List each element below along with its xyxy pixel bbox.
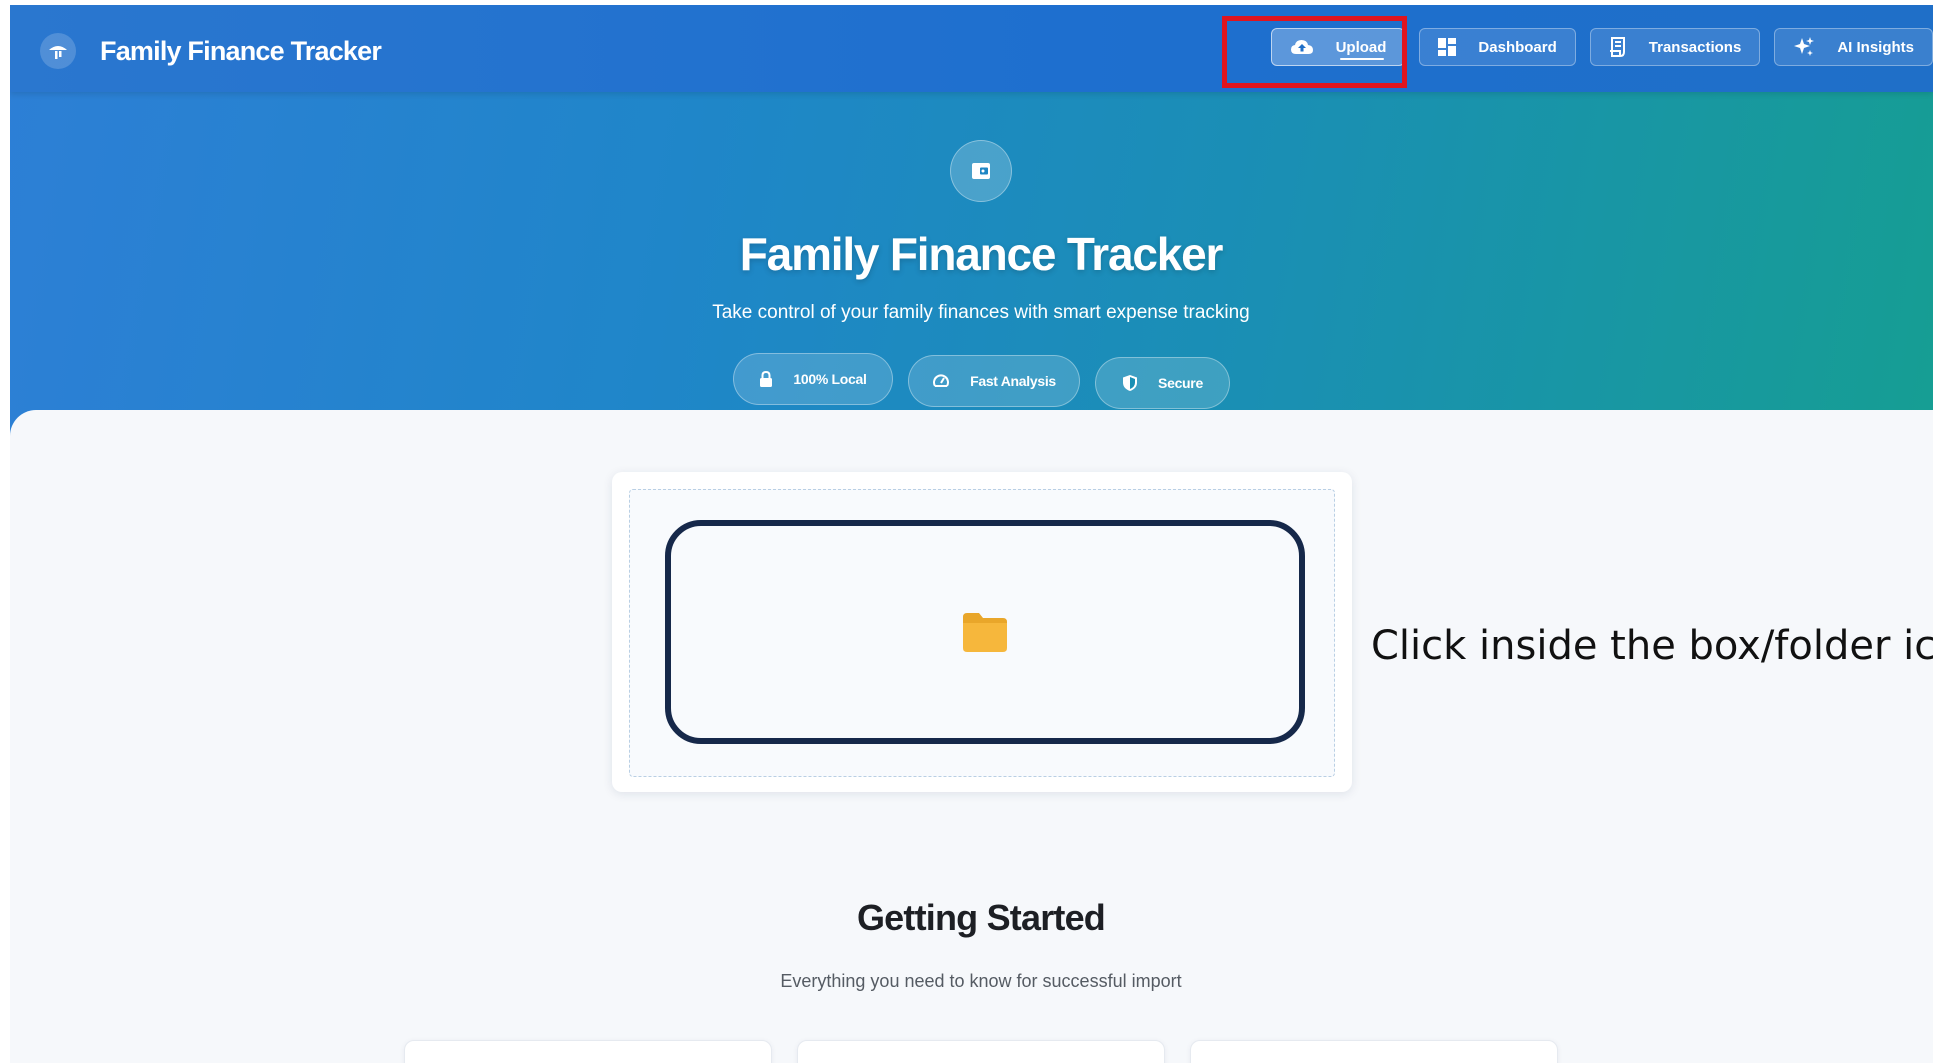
app-title: Family Finance Tracker bbox=[100, 35, 382, 66]
hero-title: Family Finance Tracker bbox=[739, 228, 1224, 280]
getting-started-card bbox=[404, 1040, 772, 1063]
nav-ai-insights-label: AI Insights bbox=[1837, 38, 1914, 56]
nav-transactions-button[interactable]: Transactions bbox=[1589, 28, 1761, 66]
feature-pill-local: 100% Local bbox=[733, 353, 893, 405]
nav-dashboard-label: Dashboard bbox=[1478, 38, 1557, 56]
getting-started-subtitle: Everything you need to know for successf… bbox=[780, 971, 1182, 991]
upload-highlight-annotation bbox=[1222, 16, 1407, 88]
feature-pill-secure: Secure bbox=[1095, 357, 1230, 409]
top-navbar: Family Finance Tracker Upload Dashboard bbox=[10, 5, 1933, 92]
nav-transactions-label: Transactions bbox=[1648, 38, 1742, 56]
shield-icon bbox=[1123, 375, 1138, 391]
app-window: Family Finance Tracker Upload Dashboard bbox=[10, 5, 1933, 1063]
getting-started-title: Getting Started bbox=[856, 897, 1106, 938]
getting-started-card bbox=[1190, 1040, 1558, 1063]
feature-pill-fast: Fast Analysis bbox=[908, 355, 1080, 407]
file-drop-zone[interactable] bbox=[665, 520, 1305, 744]
piggy-bank-logo-icon bbox=[40, 33, 76, 69]
instruction-annotation-text: Click inside the box/folder ico bbox=[1371, 623, 1933, 669]
hero-subtitle: Take control of your family finances wit… bbox=[712, 302, 1250, 323]
folder-icon[interactable] bbox=[961, 611, 1009, 653]
nav-dashboard-button[interactable]: Dashboard bbox=[1419, 28, 1576, 66]
receipt-icon bbox=[1609, 37, 1625, 57]
upload-card bbox=[612, 472, 1352, 792]
nav-ai-insights-button[interactable]: AI Insights bbox=[1774, 28, 1933, 66]
wallet-icon bbox=[950, 140, 1012, 202]
speedometer-icon bbox=[933, 374, 950, 387]
sparkle-icon bbox=[1794, 37, 1815, 56]
upload-dropzone-outline bbox=[629, 489, 1335, 777]
lock-icon bbox=[760, 371, 773, 387]
brand[interactable]: Family Finance Tracker bbox=[40, 33, 382, 69]
dashboard-grid-icon bbox=[1438, 38, 1457, 56]
getting-started-card bbox=[797, 1040, 1165, 1063]
